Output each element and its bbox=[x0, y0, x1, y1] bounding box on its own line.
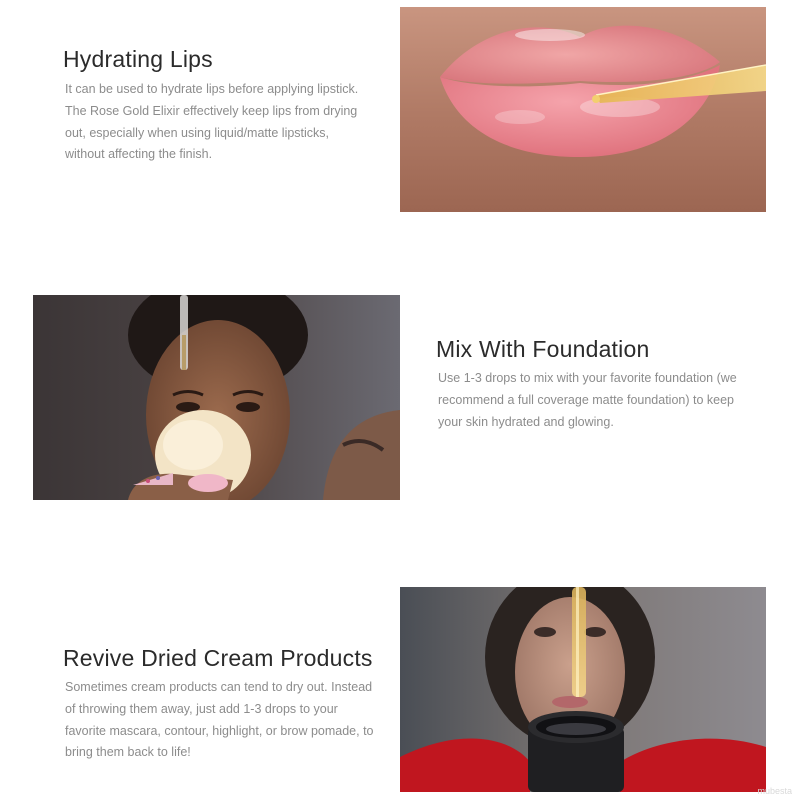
lips-dropper-photo bbox=[400, 7, 766, 212]
cream-pot-dropper-photo bbox=[400, 587, 766, 792]
section-title-revive-dried-cream-products: Revive Dried Cream Products bbox=[63, 645, 373, 671]
foundation-sponge-photo bbox=[33, 295, 400, 500]
section-body-hydrating-lips: It can be used to hydrate lips before ap… bbox=[65, 82, 359, 162]
section-body-mix-with-foundation: Use 1-3 drops to mix with your favorite … bbox=[438, 371, 737, 429]
section-title-mix-with-foundation: Mix With Foundation bbox=[436, 336, 650, 362]
section-title-hydrating-lips: Hydrating Lips bbox=[63, 46, 213, 72]
watermark-text: mubesta bbox=[757, 786, 792, 796]
section-body-revive-dried-cream-products: Sometimes cream products can tend to dry… bbox=[65, 680, 374, 760]
